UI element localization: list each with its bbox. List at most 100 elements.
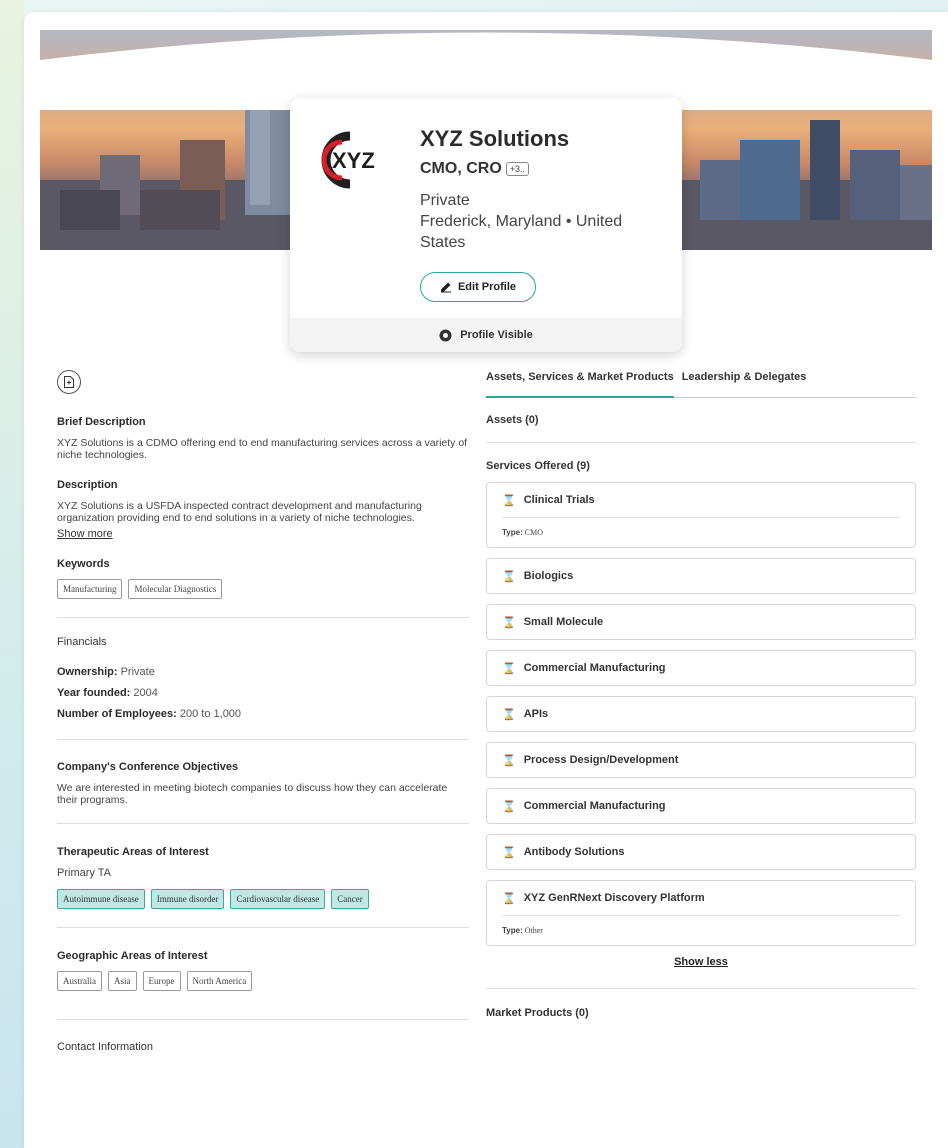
employees-row: Number of Employees: 200 to 1,000	[57, 708, 469, 720]
service-name: Small Molecule	[523, 616, 604, 628]
therapeutic-area-chip: Immune disorder	[150, 889, 225, 909]
edit-profile-label: Edit Profile	[457, 281, 517, 293]
service-name: Process Design/Development	[523, 754, 679, 766]
keywords-title: Keywords	[57, 558, 110, 570]
assets-label: Assets (0)	[486, 414, 539, 426]
service-type-key: Type:	[502, 926, 523, 935]
service-type: Type: CMO	[502, 517, 900, 547]
founded-row: Year founded: 2004	[57, 687, 469, 699]
service-type-value: Other	[524, 926, 543, 935]
brief-description-text: XYZ Solutions is a CDMO offering end to …	[57, 437, 468, 461]
geographic-areas-title: Geographic Areas of Interest	[57, 950, 208, 962]
service-card[interactable]: ⌛ Small Molecule	[486, 604, 916, 640]
flask-icon: ⌛	[502, 494, 516, 507]
service-card[interactable]: ⌛ APIs	[486, 696, 916, 732]
service-card[interactable]: ⌛ Process Design/Development	[486, 742, 916, 778]
eye-icon	[439, 329, 452, 341]
flask-icon: ⌛	[502, 570, 516, 583]
flask-icon: ⌛	[502, 754, 516, 767]
service-type-value: CMO	[524, 528, 543, 537]
pencil-icon	[440, 282, 451, 293]
primary-ta-label: Primary TA	[57, 867, 111, 879]
service-card[interactable]: ⌛ Clinical Trials Type: CMO	[486, 482, 916, 548]
service-card[interactable]: ⌛ XYZ GenRNext Discovery Platform Type: O…	[486, 880, 916, 946]
contact-information-title: Contact Information	[57, 1041, 153, 1053]
section-divider	[57, 1019, 469, 1020]
more-types-badge[interactable]: +3..	[505, 162, 530, 176]
download-document-button[interactable]	[57, 370, 81, 394]
geographic-area-chip: North America	[186, 971, 253, 991]
company-ownership: Private	[420, 192, 470, 209]
service-name: Commercial Manufacturing	[523, 800, 666, 812]
service-type: Type: Other	[502, 915, 900, 945]
description-title: Description	[57, 479, 118, 491]
tab-leadership[interactable]: Leadership & Delegates	[682, 370, 807, 397]
employees-key: Number of Employees:	[57, 708, 177, 720]
therapeutic-area-chip: Autoimmune disease	[57, 889, 145, 909]
service-name: Biologics	[523, 570, 574, 582]
company-types: CMO, CRO +3..	[420, 160, 530, 178]
ownership-value: Private	[120, 666, 155, 678]
market-products-label: Market Products (0)	[486, 1007, 589, 1019]
document-icon	[64, 376, 74, 388]
geographic-area-chip: Australia	[57, 971, 102, 991]
flask-icon: ⌛	[502, 846, 516, 859]
service-name: Antibody Solutions	[523, 846, 625, 858]
flask-icon: ⌛	[502, 708, 516, 721]
section-divider	[486, 442, 916, 443]
flask-icon: ⌛	[502, 662, 516, 675]
therapeutic-area-chip: Cardiovascular disease	[230, 889, 326, 909]
geographic-areas-list: Australia Asia Europe North America	[57, 971, 469, 991]
service-card[interactable]: ⌛ Commercial Manufacturing	[486, 650, 916, 686]
company-details-column: Brief Description XYZ Solutions is a CDM…	[57, 370, 469, 1053]
company-location: Frederick, Maryland • United States	[420, 213, 623, 251]
ownership-key: Ownership:	[57, 666, 118, 678]
company-name: XYZ Solutions	[420, 126, 570, 151]
page-background	[0, 0, 24, 1148]
edit-profile-button[interactable]: Edit Profile	[420, 272, 536, 302]
therapeutic-areas-title: Therapeutic Areas of Interest	[57, 846, 209, 858]
company-header-card: XYZ XYZ Solutions CMO, CRO +3.. Private …	[290, 98, 682, 352]
show-less-link[interactable]: Show less	[486, 956, 916, 968]
company-logo: XYZ	[321, 131, 375, 189]
service-card[interactable]: ⌛ Antibody Solutions	[486, 834, 916, 870]
objectives-title: Company's Conference Objectives	[57, 761, 239, 773]
service-name: APIs	[523, 708, 549, 720]
tab-assets-services[interactable]: Assets, Services & Market Products	[486, 370, 674, 398]
profile-tabs: Assets, Services & Market Products Leade…	[486, 370, 916, 398]
service-name: Clinical Trials	[523, 494, 595, 506]
company-meta: Private Frederick, Maryland • United Sta…	[420, 190, 670, 253]
service-name: XYZ GenRNext Discovery Platform	[523, 892, 705, 904]
geographic-area-chip: Europe	[142, 971, 181, 991]
flask-icon: ⌛	[502, 892, 516, 905]
service-name: Commercial Manufacturing	[523, 662, 666, 674]
company-types-label: CMO, CRO	[420, 160, 502, 177]
flask-icon: ⌛	[502, 616, 516, 629]
section-divider	[486, 988, 916, 989]
service-card[interactable]: ⌛ Commercial Manufacturing	[486, 788, 916, 824]
financials-title: Financials	[57, 636, 107, 648]
objectives-text: We are interested in meeting biotech com…	[57, 782, 448, 806]
ownership-row: Ownership: Private	[57, 666, 469, 678]
keyword-chip: Manufacturing	[57, 579, 123, 599]
section-divider	[57, 823, 469, 824]
profile-visibility-label: Profile Visible	[460, 329, 533, 341]
services-list: ⌛ Clinical Trials Type: CMO ⌛ Biologics ⌛…	[486, 482, 916, 946]
company-profile-card: XYZ XYZ Solutions CMO, CRO +3.. Private …	[24, 12, 948, 1148]
section-divider	[57, 617, 469, 618]
show-more-link[interactable]: Show more	[57, 528, 113, 540]
description-text: XYZ Solutions is a USFDA inspected contr…	[57, 500, 422, 524]
founded-value: 2004	[133, 687, 158, 699]
service-type-key: Type:	[502, 528, 523, 537]
services-column: Assets, Services & Market Products Leade…	[486, 370, 916, 1019]
therapeutic-area-chip: Cancer	[331, 889, 369, 909]
section-divider	[57, 927, 469, 928]
employees-value: 200 to 1,000	[179, 708, 242, 720]
keyword-chip: Molecular Diagnostics	[128, 579, 223, 599]
logo-wordmark: XYZ	[332, 148, 375, 173]
keywords-list: Manufacturing Molecular Diagnostics	[57, 579, 469, 599]
flask-icon: ⌛	[502, 800, 516, 813]
service-card[interactable]: ⌛ Biologics	[486, 558, 916, 594]
profile-visibility-bar[interactable]: Profile Visible	[290, 318, 682, 352]
geographic-area-chip: Asia	[108, 971, 137, 991]
